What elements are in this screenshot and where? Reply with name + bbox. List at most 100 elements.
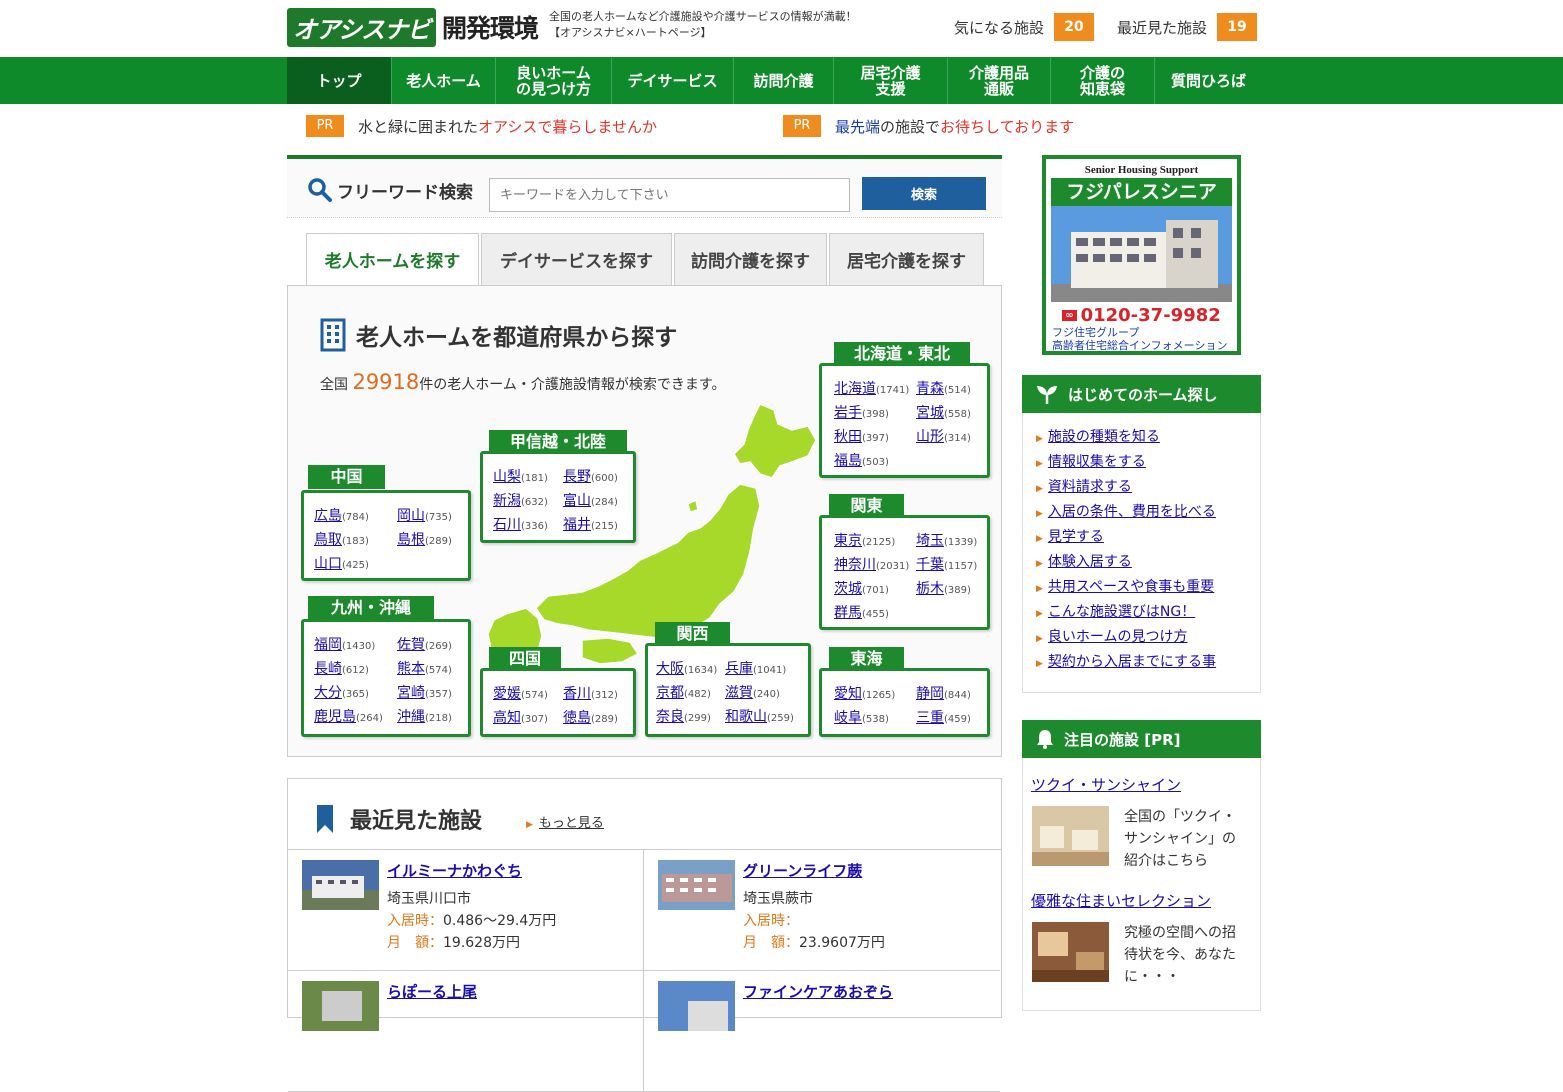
- search-button[interactable]: 検索: [862, 177, 986, 210]
- pref-link[interactable]: 愛媛(574): [493, 683, 548, 703]
- guide-link[interactable]: ▶ 入居の条件、費用を比べる: [1036, 501, 1216, 521]
- guide-link[interactable]: ▶ こんな施設選びはNG！: [1036, 601, 1195, 621]
- pref-link[interactable]: 新潟(632): [493, 490, 548, 510]
- pref-link[interactable]: 長野(600): [563, 466, 618, 486]
- featured-facility-link[interactable]: ツクイ・サンシャイン: [1031, 774, 1181, 795]
- tab-nursing-home[interactable]: 老人ホームを探す: [306, 233, 479, 286]
- facility-address: 埼玉県蕨市: [743, 891, 813, 907]
- guide-link[interactable]: ▶ 体験入居する: [1036, 551, 1132, 571]
- pref-link[interactable]: 兵庫(1041): [725, 658, 786, 678]
- pref-link[interactable]: 岐阜(538): [834, 707, 889, 727]
- pref-link[interactable]: 茨城(701): [834, 578, 889, 598]
- pref-link[interactable]: 和歌山(259): [725, 706, 794, 726]
- pref-link[interactable]: 京都(482): [656, 682, 711, 702]
- guide-link[interactable]: ▶ 良いホームの見つけ方: [1036, 626, 1188, 646]
- pref-link[interactable]: 奈良(299): [656, 706, 711, 726]
- pref-link[interactable]: 長崎(612): [314, 658, 369, 678]
- fuji-palace-ad-banner[interactable]: Senior Housing Support フジパレスシニア ∞ 0120-3…: [1042, 155, 1241, 355]
- site-logo[interactable]: オアシスナビ 開発環境: [287, 7, 539, 47]
- pref-link[interactable]: 神奈川(2031): [834, 554, 909, 574]
- nav-label: 介護用品 通販: [968, 63, 1029, 98]
- facility-move-in-fee: 入居時：: [743, 913, 799, 929]
- facility-card[interactable]: ファインケアあおぞら: [644, 971, 1000, 1092]
- facility-name-link[interactable]: グリーンライフ蕨: [743, 860, 862, 881]
- favorites-link[interactable]: 気になる施設 20: [954, 13, 1095, 41]
- pref-link[interactable]: 鹿児島(264): [314, 706, 383, 726]
- featured-facility-photo[interactable]: [1032, 806, 1109, 866]
- pref-link[interactable]: 沖縄(218): [397, 706, 452, 726]
- facility-name-link[interactable]: イルミーナかわぐち: [387, 860, 522, 881]
- nav-care-goods[interactable]: 介護用品 通販: [948, 57, 1051, 104]
- pref-link[interactable]: 岩手(398): [834, 402, 889, 422]
- pref-link[interactable]: 東京(2125): [834, 530, 895, 550]
- pref-link[interactable]: 山梨(181): [493, 466, 548, 486]
- facility-card[interactable]: らぽーる上尾: [288, 971, 644, 1092]
- tab-care-support[interactable]: 居宅介護を探す: [829, 233, 984, 286]
- guide-link[interactable]: ▶ 契約から入居までにする事: [1036, 651, 1216, 671]
- pref-link[interactable]: 秋田(397): [834, 426, 889, 446]
- pref-link[interactable]: 埼玉(1339): [916, 530, 977, 550]
- pref-link[interactable]: 福島(503): [834, 450, 889, 470]
- nav-top[interactable]: トップ: [287, 57, 392, 104]
- shikoku-shape: [581, 637, 640, 665]
- pref-link[interactable]: 滋賀(240): [725, 682, 780, 702]
- pref-link[interactable]: 石川(336): [493, 514, 548, 534]
- pref-link[interactable]: 島根(289): [397, 529, 452, 549]
- pr-text: の施設で: [880, 117, 941, 136]
- pref-link[interactable]: 福岡(1430): [314, 634, 375, 654]
- pref-link[interactable]: 青森(514): [916, 378, 971, 398]
- count-number: 29918: [352, 370, 420, 394]
- nav-care-tips[interactable]: 介護の 知恵袋: [1051, 57, 1155, 104]
- pref-link[interactable]: 鳥取(183): [314, 529, 369, 549]
- pref-link[interactable]: 福井(215): [563, 514, 618, 534]
- featured-facility-link[interactable]: 優雅な住まいセレクション: [1031, 890, 1211, 911]
- facility-name-link[interactable]: らぽーる上尾: [387, 981, 477, 1002]
- nav-qa[interactable]: 質問ひろば: [1155, 57, 1262, 104]
- pref-link[interactable]: 山口(425): [314, 553, 369, 573]
- nav-how-to-find[interactable]: 良いホーム の見つけ方: [496, 57, 612, 104]
- see-more-link[interactable]: ▶ もっと見る: [526, 812, 604, 831]
- pref-link[interactable]: 徳島(289): [563, 707, 618, 727]
- nav-home-care[interactable]: 訪問介護: [734, 57, 834, 104]
- guide-link[interactable]: ▶ 見学する: [1036, 526, 1104, 546]
- pref-link[interactable]: 広島(784): [314, 505, 369, 525]
- tab-home-care[interactable]: 訪問介護を探す: [674, 233, 827, 286]
- pref-link[interactable]: 熊本(574): [397, 658, 452, 678]
- pref-link[interactable]: 大阪(1634): [656, 658, 717, 678]
- nav-day-service[interactable]: デイサービス: [612, 57, 734, 104]
- facility-name-link[interactable]: ファインケアあおぞら: [743, 981, 893, 1002]
- recent-viewed-link[interactable]: 最近見た施設 19: [1117, 13, 1258, 41]
- facility-card[interactable]: イルミーナかわぐち 埼玉県川口市 入居時：0.486〜29.4万円 月 額：19…: [288, 850, 644, 971]
- pref-link[interactable]: 三重(459): [916, 707, 971, 727]
- pref-link[interactable]: 山形(314): [916, 426, 971, 446]
- pref-link[interactable]: 佐賀(269): [397, 634, 452, 654]
- guide-link[interactable]: ▶ 資料請求する: [1036, 476, 1132, 496]
- pref-link[interactable]: 静岡(844): [916, 683, 971, 703]
- pr-highlight: オアシスで暮らしませんか: [478, 117, 657, 136]
- pref-link[interactable]: 宮崎(357): [397, 682, 452, 702]
- nav-nursing-home[interactable]: 老人ホーム: [392, 57, 496, 104]
- pref-link[interactable]: 栃木(389): [916, 578, 971, 598]
- search-input[interactable]: [489, 178, 850, 212]
- pref-link[interactable]: 大分(365): [314, 682, 369, 702]
- pref-link[interactable]: 愛知(1265): [834, 683, 895, 703]
- nav-care-support[interactable]: 居宅介護 支援: [834, 57, 948, 104]
- featured-facility-photo[interactable]: [1032, 922, 1109, 982]
- pref-link[interactable]: 富山(284): [563, 490, 618, 510]
- pref-link[interactable]: 高知(307): [493, 707, 548, 727]
- tab-day-service[interactable]: デイサービスを探す: [481, 233, 672, 286]
- pr-link-2[interactable]: PR 最先端 の施設で お待ちしております: [783, 115, 1074, 137]
- pref-link[interactable]: 宮城(558): [916, 402, 971, 422]
- pref-link[interactable]: 群馬(455): [834, 602, 889, 622]
- pref-link[interactable]: 北海道(1741): [834, 378, 909, 398]
- guide-link[interactable]: ▶ 共用スペースや食事も重要: [1036, 576, 1214, 596]
- facility-card[interactable]: グリーンライフ蕨 埼玉県蕨市 入居時： 月 額：23.9607万円: [644, 850, 1000, 971]
- region-hokkaido-tohoku: 北海道・東北 北海道(1741) 青森(514) 岩手(398) 宮城(558)…: [819, 342, 990, 478]
- pr-link-1[interactable]: PR 水と緑に囲まれた オアシスで暮らしませんか: [306, 115, 657, 137]
- pref-link[interactable]: 香川(312): [563, 683, 618, 703]
- guide-link[interactable]: ▶ 情報収集をする: [1036, 451, 1146, 471]
- pref-link[interactable]: 岡山(735): [397, 505, 452, 525]
- guide-link[interactable]: ▶ 施設の種類を知る: [1036, 426, 1160, 446]
- pref-link[interactable]: 千葉(1157): [916, 554, 977, 574]
- region-chugoku: 中国 広島(784) 岡山(735) 鳥取(183) 島根(289) 山口(42…: [301, 465, 471, 581]
